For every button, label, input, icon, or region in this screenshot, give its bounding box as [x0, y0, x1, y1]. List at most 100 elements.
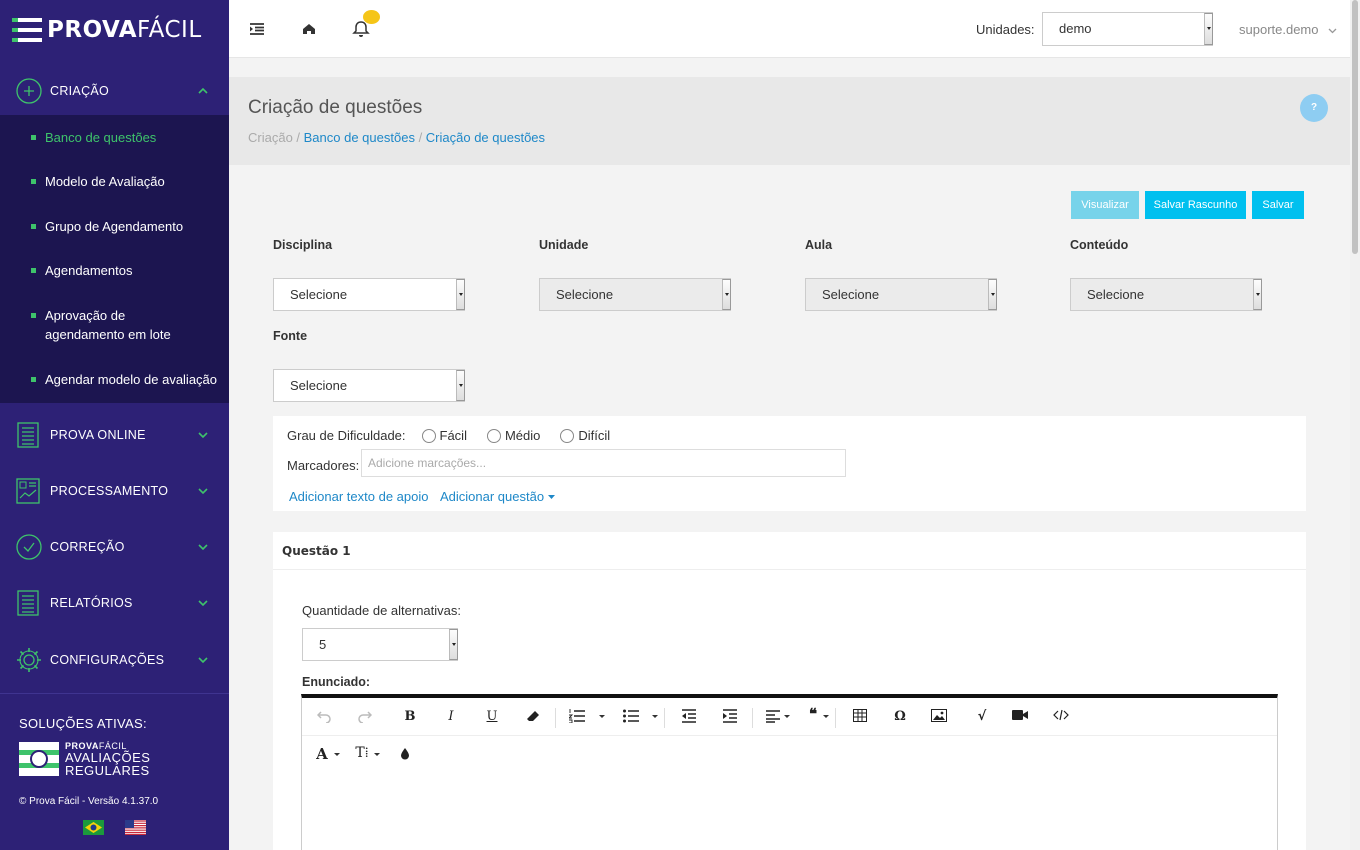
chevron-down-icon — [198, 600, 208, 607]
bullet-icon — [31, 377, 36, 382]
statement-editor[interactable]: B I U ❝ Ω √ A T⁞ — [301, 694, 1278, 850]
bold-icon[interactable]: B — [400, 709, 420, 725]
units-select-value: demo — [1059, 21, 1092, 36]
difficulty-medio-radio[interactable]: Médio — [486, 428, 541, 443]
tags-input[interactable]: Adicione marcações... — [361, 449, 846, 477]
caret-down-icon — [823, 715, 829, 721]
chevron-up-icon — [198, 87, 208, 94]
sidebar-item-label: Banco de questões — [45, 130, 157, 145]
preview-button[interactable]: Visualizar — [1071, 191, 1139, 219]
sidebar-group-label: CORREÇÃO — [50, 540, 125, 554]
sidebar-divider — [0, 693, 229, 694]
solutions-label: SOLUÇÕES ATIVAS: — [19, 716, 147, 731]
scrollbar-thumb[interactable] — [1352, 0, 1358, 254]
page-title: Criação de questões — [248, 97, 423, 118]
units-select[interactable]: demo — [1042, 12, 1213, 46]
radio-label: Médio — [504, 428, 541, 443]
quote-icon[interactable]: ❝ — [803, 705, 823, 723]
add-question-dropdown[interactable]: Adicionar questão — [440, 489, 555, 504]
save-button[interactable]: Salvar — [1252, 191, 1304, 219]
save-draft-button[interactable]: Salvar Rascunho — [1145, 191, 1246, 219]
indent-icon[interactable] — [720, 709, 740, 725]
font-color-icon[interactable]: A — [312, 745, 332, 763]
brazil-flag-icon[interactable] — [83, 820, 104, 835]
unidade-label: Unidade — [539, 238, 589, 252]
logo-mark-icon — [12, 18, 42, 42]
version-text: © Prova Fácil - Versão 4.1.37.0 — [19, 796, 159, 807]
sidebar-group-configuracoes[interactable]: CONFIGURAÇÕES — [0, 632, 229, 688]
bullet-icon — [31, 313, 36, 318]
font-size-icon[interactable]: T⁞ — [352, 745, 372, 761]
italic-icon[interactable]: I — [441, 709, 461, 725]
unordered-list-icon[interactable] — [621, 709, 641, 725]
brand-strong: PROVA — [47, 17, 138, 43]
code-view-icon[interactable] — [1051, 709, 1071, 725]
home-icon[interactable] — [300, 20, 318, 38]
add-support-text-link[interactable]: Adicionar texto de apoio — [289, 489, 428, 504]
alternatives-select[interactable]: 5 — [302, 628, 458, 661]
sidebar-item-label: Aprovação de agendamento em lote — [45, 308, 171, 342]
sidebar-item-grupo-agendamento[interactable]: Grupo de Agendamento — [0, 217, 229, 236]
fonte-select[interactable]: Selecione — [273, 369, 465, 402]
table-icon[interactable] — [850, 709, 870, 725]
undo-icon[interactable] — [314, 709, 334, 725]
solution-logo[interactable]: PROVAFÁCIL AVALIAÇÕES REGULARES — [19, 740, 150, 778]
disciplina-select[interactable]: Selecione — [273, 278, 465, 311]
page-header: Criação de questões Criação / Banco de q… — [229, 77, 1350, 165]
chevron-down-icon — [198, 432, 208, 439]
radio-circle-icon — [486, 428, 501, 443]
menu-toggle-icon[interactable] — [248, 20, 266, 38]
brand-logo[interactable]: PROVAFÁCIL — [0, 0, 229, 60]
select-value: Selecione — [290, 378, 348, 393]
conteudo-select[interactable]: Selecione — [1070, 278, 1262, 311]
sidebar-item-label: Grupo de Agendamento — [45, 219, 184, 234]
sidebar-group-processamento[interactable]: PROCESSAMENTO — [0, 463, 229, 519]
video-icon[interactable] — [1010, 709, 1030, 725]
aula-label: Aula — [805, 238, 833, 252]
eraser-icon[interactable] — [523, 709, 543, 725]
caret-down-icon — [334, 753, 340, 759]
sidebar-item-aprovacao-lote[interactable]: Aprovação de agendamento em lote — [0, 306, 200, 344]
difficulty-dificil-radio[interactable]: Difícil — [560, 428, 610, 443]
sidebar-group-criacao[interactable]: CRIAÇÃO — [0, 63, 229, 119]
breadcrumb-link[interactable]: Criação de questões — [426, 130, 545, 145]
radio-circle-icon — [560, 428, 575, 443]
outdent-icon[interactable] — [679, 709, 699, 725]
sidebar-group-correcao[interactable]: CORREÇÃO — [0, 519, 229, 575]
bullet-icon — [31, 179, 36, 184]
select-value: Selecione — [822, 287, 880, 302]
sidebar-item-modelo-avaliacao[interactable]: Modelo de Avaliação — [0, 172, 229, 191]
align-icon[interactable] — [763, 709, 783, 725]
ordered-list-icon[interactable] — [567, 709, 587, 725]
notification-badge[interactable] — [363, 10, 380, 24]
sidebar-item-banco-questoes[interactable]: Banco de questões — [0, 128, 229, 147]
breadcrumb: Criação / Banco de questões / Criação de… — [248, 130, 546, 145]
solution-line2: REGULARES — [65, 763, 150, 778]
image-icon[interactable] — [929, 709, 949, 725]
radio-label: Fácil — [439, 428, 467, 443]
underline-icon[interactable]: U — [482, 709, 502, 725]
difficulty-facil-radio[interactable]: Fácil — [421, 428, 467, 443]
select-arrow-icon — [456, 370, 465, 401]
aula-select[interactable]: Selecione — [805, 278, 997, 311]
sidebar-group-label: RELATÓRIOS — [50, 596, 133, 610]
page-scrollbar[interactable] — [1350, 0, 1360, 850]
sidebar-group-relatorios[interactable]: RELATÓRIOS — [0, 575, 229, 631]
unidade-select[interactable]: Selecione — [539, 278, 731, 311]
redo-icon[interactable] — [355, 709, 375, 725]
radio-circle-icon — [421, 428, 436, 443]
sidebar-item-agendar-modelo[interactable]: Agendar modelo de avaliação — [0, 370, 229, 389]
highlight-drop-icon[interactable] — [395, 747, 415, 763]
usa-flag-icon[interactable] — [125, 820, 146, 835]
help-button[interactable]: ? — [1300, 94, 1328, 122]
special-char-icon[interactable]: Ω — [890, 709, 910, 725]
user-menu[interactable]: suporte.demo — [1239, 22, 1337, 37]
sidebar-submenu: Banco de questões Modelo de Avaliação Gr… — [0, 115, 229, 403]
breadcrumb-item[interactable]: Criação — [248, 130, 293, 145]
sidebar-group-prova-online[interactable]: PROVA ONLINE — [0, 407, 229, 463]
bullet-icon — [31, 135, 36, 140]
breadcrumb-link[interactable]: Banco de questões — [304, 130, 415, 145]
difficulty-label: Grau de Dificuldade: — [287, 428, 406, 443]
math-formula-icon[interactable]: √ — [972, 709, 992, 725]
sidebar-item-agendamentos[interactable]: Agendamentos — [0, 261, 229, 280]
